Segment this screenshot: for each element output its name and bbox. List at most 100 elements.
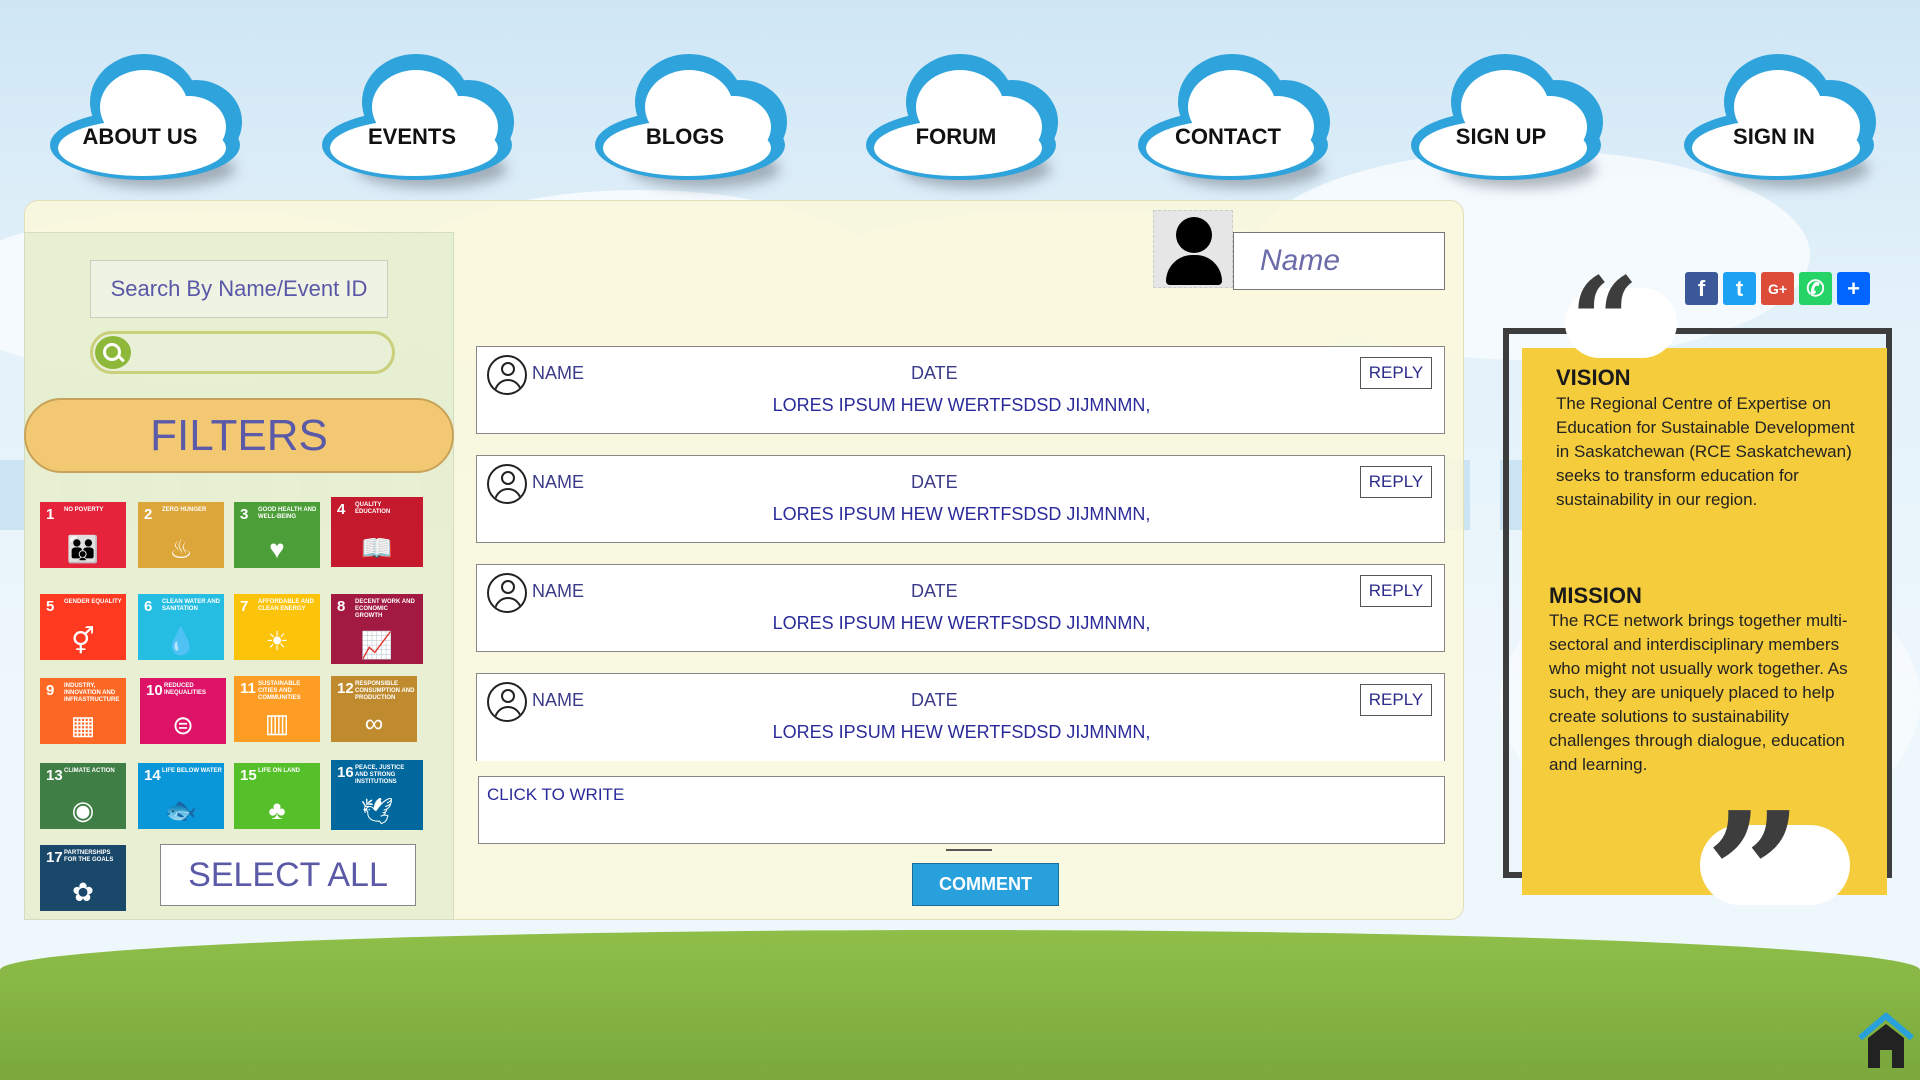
reply-button[interactable]: REPLY [1360,466,1432,498]
heartbeat-icon: ♥ [269,534,285,564]
mission-title: MISSION [1549,583,1642,608]
select-all-button[interactable]: SELECT ALL [160,844,416,906]
home-icon[interactable] [1856,1010,1916,1070]
reply-button[interactable]: REPLY [1360,684,1432,716]
infinity-icon: ∞ [364,708,384,738]
nav-contact[interactable]: CONTACT [1138,48,1343,198]
sdg-tile-5[interactable]: 5 GENDER EQUALITY ⚥ [40,594,126,660]
sdg-number: 8 [337,598,346,615]
cubes-icon: ▦ [70,710,96,740]
sdg-tile-14[interactable]: 14 LIFE BELOW WATER 🐟 [138,763,224,829]
filters-heading: FILTERS [24,398,454,473]
reply-button[interactable]: REPLY [1360,357,1432,389]
sdg-title: AFFORDABLE AND CLEAN ENERGY [258,599,314,612]
nav-events[interactable]: EVENTS [322,48,527,198]
sdg-title: LIFE BELOW WATER [162,768,222,774]
open-quote-icon: “ [1570,251,1640,392]
comment-text: LORES IPSUM HEW WERTFSDSD JIJMNMN, [772,722,1151,742]
nav-label: SIGN UP [1455,124,1547,149]
sdg-tile-1[interactable]: 1 NO POVERTY 👪 [40,502,126,568]
sdg-tile-8[interactable]: 8 DECENT WORK AND ECONOMIC GROWTH 📈 [331,594,423,664]
cloud-icon [1138,48,1343,198]
sdg-tile-16[interactable]: 16 PEACE, JUSTICE AND STRONG INSTITUTIONS… [331,760,423,830]
sdg-number: 4 [337,501,346,518]
sdg-tile-9[interactable]: 9 INDUSTRY, INNOVATION AND INFRASTRUCTURE… [40,678,126,744]
sdg-tile-3[interactable]: 3 GOOD HEALTH AND WELL-BEING ♥ [234,502,320,568]
sdg-tile-6[interactable]: 6 CLEAN WATER AND SANITATION 💧 [138,594,224,660]
sdg-tile-15[interactable]: 15 LIFE ON LAND ♣ [234,763,320,829]
sdg-title: CLEAN WATER AND SANITATION [162,599,220,612]
comment-date: DATE [911,690,958,710]
comment-textarea[interactable]: CLICK TO WRITE [478,776,1445,844]
water-icon: 💧 [164,626,198,656]
search-input[interactable] [90,331,395,374]
divider [946,849,992,851]
sdg-number: 17 [46,849,63,866]
nav-sign-up[interactable]: SIGN UP [1411,48,1616,198]
fish-icon: 🐟 [164,795,198,825]
sdg-tile-11[interactable]: 11 SUSTAINABLE CITIES AND COMMUNITIES ▥ [234,676,320,742]
sdg-title: DECENT WORK AND ECONOMIC GROWTH [355,599,415,619]
sdg-number: 14 [144,767,161,784]
comment-button[interactable]: COMMENT [912,863,1059,906]
cloud-icon [1411,48,1616,198]
bowl-icon: ♨ [169,534,193,564]
sdg-title: INDUSTRY, INNOVATION AND INFRASTRUCTURE [64,683,120,703]
nav-blogs[interactable]: BLOGS [595,48,800,198]
cloud-icon [866,48,1071,198]
comment-text: LORES IPSUM HEW WERTFSDSD JIJMNMN, [772,504,1151,524]
sdg-tile-2[interactable]: 2 ZERO HUNGER ♨ [138,502,224,568]
sdg-number: 11 [240,680,256,697]
sdg-tile-7[interactable]: 7 AFFORDABLE AND CLEAN ENERGY ☀ [234,594,320,660]
sdg-tile-17[interactable]: 17 PARTNERSHIPS FOR THE GOALS ✿ [40,845,126,911]
top-navigation: ABOUT US EVENTS BLOGS FORUM CONTACT SIGN UP SI… [0,48,1920,198]
nav-forum[interactable]: FORUM [866,48,1071,198]
nav-label: CONTACT [1175,124,1281,149]
comment-date: DATE [911,581,958,601]
sdg-tile-4[interactable]: 4 QUALITY EDUCATION 📖 [331,497,423,567]
sdg-tile-13[interactable]: 13 CLIMATE ACTION ◉ [40,763,126,829]
search-label: Search By Name/Event ID [90,260,388,318]
sdg-number: 2 [144,506,153,523]
comment-text: LORES IPSUM HEW WERTFSDSD JIJMNMN, [772,613,1151,633]
cloud-icon [322,48,527,198]
twitter-icon[interactable]: t [1723,272,1756,305]
sdg-number: 3 [240,506,249,523]
sun-icon: ☀ [265,626,289,656]
user-icon [487,573,527,613]
user-icon [487,682,527,722]
share-plus-icon[interactable]: + [1837,272,1870,305]
sdg-tile-12[interactable]: 12 RESPONSIBLE CONSUMPTION AND PRODUCTION… [331,676,417,742]
reply-button[interactable]: REPLY [1360,575,1432,607]
grass-ground [0,930,1920,1080]
cloud-icon [595,48,800,198]
equal-icon: ⊜ [172,710,194,740]
sdg-number: 6 [144,598,153,615]
user-avatar [1153,210,1233,288]
google-plus-icon[interactable]: G+ [1761,272,1794,305]
comment-item: NAME DATE REPLY LORES IPSUM HEW WERTFSDSD J… [476,346,1445,434]
book-icon: 📖 [360,533,394,563]
nav-about-us[interactable]: ABOUT US [50,48,255,198]
whatsapp-icon[interactable]: ✆ [1799,272,1832,305]
cloud-icon [50,48,255,198]
eye-globe-icon: ◉ [71,795,95,825]
close-quote-icon: ” [1705,775,1803,975]
sdg-title: ZERO HUNGER [162,507,207,513]
sdg-number: 7 [240,598,249,615]
facebook-icon[interactable]: f [1685,272,1718,305]
sdg-number: 10 [146,682,163,699]
mission-text: The RCE network brings together multi-se… [1549,611,1848,774]
comment-item: NAME DATE REPLY LORES IPSUM HEW WERTFSDSD J… [476,455,1445,543]
search-icon[interactable] [95,336,131,369]
sdg-number: 9 [46,682,55,699]
name-field[interactable] [1233,232,1445,290]
sdg-number: 13 [46,767,63,784]
sdg-number: 12 [337,680,354,697]
comment-item: NAME DATE REPLY LORES IPSUM HEW WERTFSDSD J… [476,564,1445,652]
comment-author: NAME [532,581,585,601]
sdg-tile-10[interactable]: 10 REDUCED INEQUALITIES ⊜ [140,678,226,744]
nav-sign-in[interactable]: SIGN IN [1684,48,1889,198]
sdg-title: GENDER EQUALITY [64,599,122,605]
sdg-number: 15 [240,767,257,784]
